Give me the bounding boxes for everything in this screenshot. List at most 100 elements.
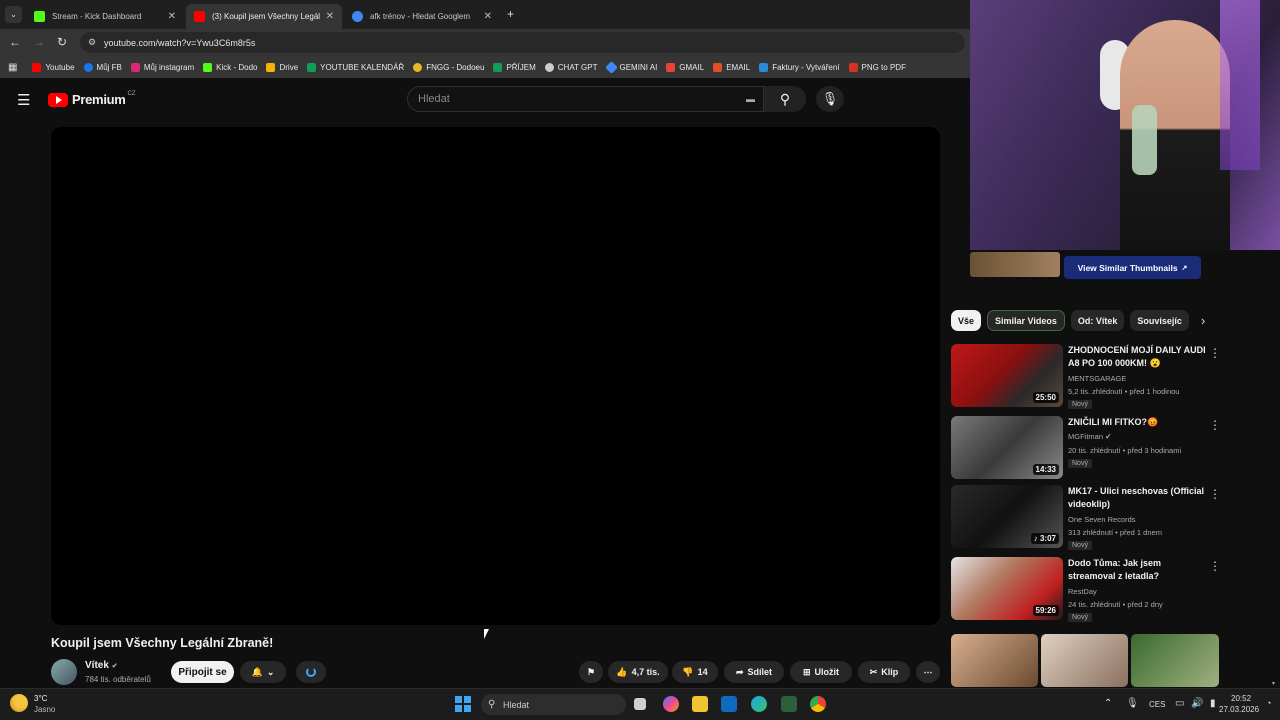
bookmark-facebook[interactable]: Můj FB [83,62,122,72]
more-vert-icon[interactable]: ⋮ [1209,346,1221,360]
close-icon[interactable]: ✕ [168,11,176,22]
bookmark-gmail[interactable]: GMAIL [666,62,704,72]
youtube-icon [32,62,42,72]
keyboard-icon[interactable]: ▬ [746,94,755,104]
chip-from-channel[interactable]: Od: Vítek [1070,310,1125,331]
shorts-thumbnail[interactable] [1131,634,1219,687]
more-vert-icon[interactable]: ⋮ [1209,487,1221,501]
related-video[interactable]: 14:33 ZNIČILI MI FITKO?😡 MGFitman ✔ 20 t… [951,416,1221,482]
clock-date[interactable]: 27.03.2026 [1219,705,1259,714]
language-indicator[interactable]: CES [1149,700,1165,709]
video-thumbnail[interactable]: 59:26 [951,557,1063,620]
site-info-icon[interactable]: ⚙ [88,37,96,48]
file-explorer-icon[interactable] [692,696,708,712]
tab-google-search[interactable]: afk trénov - Hledat Googlem ✕ [344,4,500,29]
video-title[interactable]: ZNIČILI MI FITKO?😡 [1068,416,1208,429]
channel-avatar[interactable] [51,659,77,685]
bookmark-income[interactable]: PŘÍJEM [493,62,536,72]
bookmark-email[interactable]: EMAIL [713,62,750,72]
bookmark-drive[interactable]: Drive [266,62,298,72]
like-button[interactable]: 👍 4,7 tis. [608,661,668,683]
search-icon: ⚲ [779,90,791,107]
clock-time[interactable]: 20:52 [1231,694,1251,703]
video-thumbnail[interactable]: ♪ 3:07 [951,485,1063,548]
video-player[interactable] [51,127,940,625]
video-title[interactable]: ZHODNOCENÍ MOJÍ DAILY AUDI A8 PO 100 000… [1068,344,1208,370]
bookmark-chatgpt[interactable]: CHAT GPT [544,62,598,72]
new-tab-button[interactable]: + [507,7,514,21]
tab-search-button[interactable]: ⌄ [5,6,22,23]
forward-icon[interactable]: → [33,35,45,49]
channel-name[interactable]: Vítek ✔ [85,660,118,671]
video-thumbnail[interactable]: 25:50 [951,344,1063,407]
channel-name[interactable]: MGFitman ✔ [1068,432,1111,441]
chevron-down-icon: ⌄ [266,666,275,677]
channel-name[interactable]: RestDay [1068,587,1097,596]
scrollbar[interactable]: ▾ [1272,680,1278,687]
chevron-right-icon[interactable]: › [1201,313,1205,328]
video-title[interactable]: Dodo Tůma: Jak jsem streamoval z letadla… [1068,557,1208,583]
windows-logo-icon [455,696,462,703]
voice-search-button[interactable]: 🎙 [816,86,844,112]
more-actions-button[interactable]: ⋯ [916,661,940,683]
start-button[interactable] [455,696,471,712]
share-button[interactable]: ➦ Sdílet [724,661,784,683]
loading-button[interactable] [296,661,326,683]
related-video[interactable]: 25:50 ZHODNOCENÍ MOJÍ DAILY AUDI A8 PO 1… [951,344,1221,410]
volume-icon[interactable]: 🔊 [1191,698,1203,709]
menu-icon[interactable]: ☰ [17,91,30,109]
tab-kick-dashboard[interactable]: Stream - Kick Dashboard ✕ [26,4,184,29]
search-input[interactable]: Hledat ▬ [407,86,764,112]
dislike-button[interactable]: 👎 14 [672,661,718,683]
outlook-icon[interactable] [721,696,737,712]
url-field[interactable]: ⚙ youtube.com/watch?v=Ywu3C6m8r5s [80,32,965,53]
join-button[interactable]: Připojit se [171,661,234,683]
more-vert-icon[interactable]: ⋮ [1209,418,1221,432]
save-button[interactable]: ⊞ Uložit [790,661,852,683]
close-icon[interactable]: ✕ [326,11,334,22]
subscribe-bell-button[interactable]: 🔔 ⌄ [240,661,286,683]
mic-icon[interactable]: 🎙 [1126,698,1139,709]
video-thumbnail[interactable]: 14:33 [951,416,1063,479]
apps-icon[interactable]: ▦ [8,62,17,73]
tab-youtube-video[interactable]: (3) Koupil jsem Všechny Legáln ✕ [186,4,342,29]
chrome-icon[interactable] [810,696,826,712]
bookmark-button[interactable]: ⚑ [579,661,603,683]
channel-name[interactable]: One Seven Records [1068,515,1136,524]
network-icon[interactable]: ▭ [1175,698,1184,709]
chip-similar-videos[interactable]: Similar Videos [987,310,1065,331]
task-view-icon[interactable] [634,698,646,710]
bookmark-fngg[interactable]: FNGG - Dodoeu [413,62,484,72]
weather-icon[interactable] [10,694,28,712]
more-vert-icon[interactable]: ⋮ [1209,559,1221,573]
battery-icon[interactable]: ▮ [1210,698,1216,709]
bookmark-youtube[interactable]: Youtube [32,62,75,72]
back-icon[interactable]: ← [9,35,21,49]
channel-name[interactable]: MENTSGARAGE [1068,374,1126,383]
bookmark-invoices[interactable]: Faktury - Vytváření [759,62,840,72]
bookmark-gemini[interactable]: GEMINI AI [604,60,657,74]
shorts-thumbnail[interactable] [1041,634,1128,687]
view-similar-thumbnails-button[interactable]: View Similar Thumbnails ↗ [1064,256,1201,279]
chip-all[interactable]: Vše [951,310,982,331]
chevron-up-icon[interactable]: ⌃ [1104,698,1112,709]
reload-icon[interactable]: ↻ [57,35,67,49]
bookmark-instagram[interactable]: Můj instagram [130,62,194,72]
video-title[interactable]: MK17 - Ulici neschovas (Official videokl… [1068,485,1208,511]
bookmark-youtube-calendar[interactable]: YOUTUBE KALENDÁŘ [307,62,404,72]
close-icon[interactable]: ✕ [484,11,492,22]
related-video[interactable]: ♪ 3:07 MK17 - Ulici neschovas (Official … [951,485,1221,551]
chip-related[interactable]: Souvisejíc [1130,310,1189,331]
taskbar-search-input[interactable]: ⚲ Hledat [481,694,626,715]
terminal-icon[interactable] [781,696,797,712]
search-button[interactable]: ⚲ [764,86,806,112]
related-video[interactable]: 59:26 Dodo Tůma: Jak jsem streamoval z l… [951,557,1221,623]
shorts-thumbnail[interactable] [951,634,1038,687]
bookmark-png-to-pdf[interactable]: PNG to PDF [848,62,906,72]
youtube-logo[interactable]: Premium CZ [48,91,136,107]
edge-icon[interactable] [751,696,767,712]
clip-button[interactable]: ✂ Klip [858,661,910,683]
copilot-icon[interactable] [663,696,679,712]
bookmark-kick[interactable]: Kick - Dodo [203,62,257,72]
notification-icon[interactable]: ◔ [1266,698,1271,708]
